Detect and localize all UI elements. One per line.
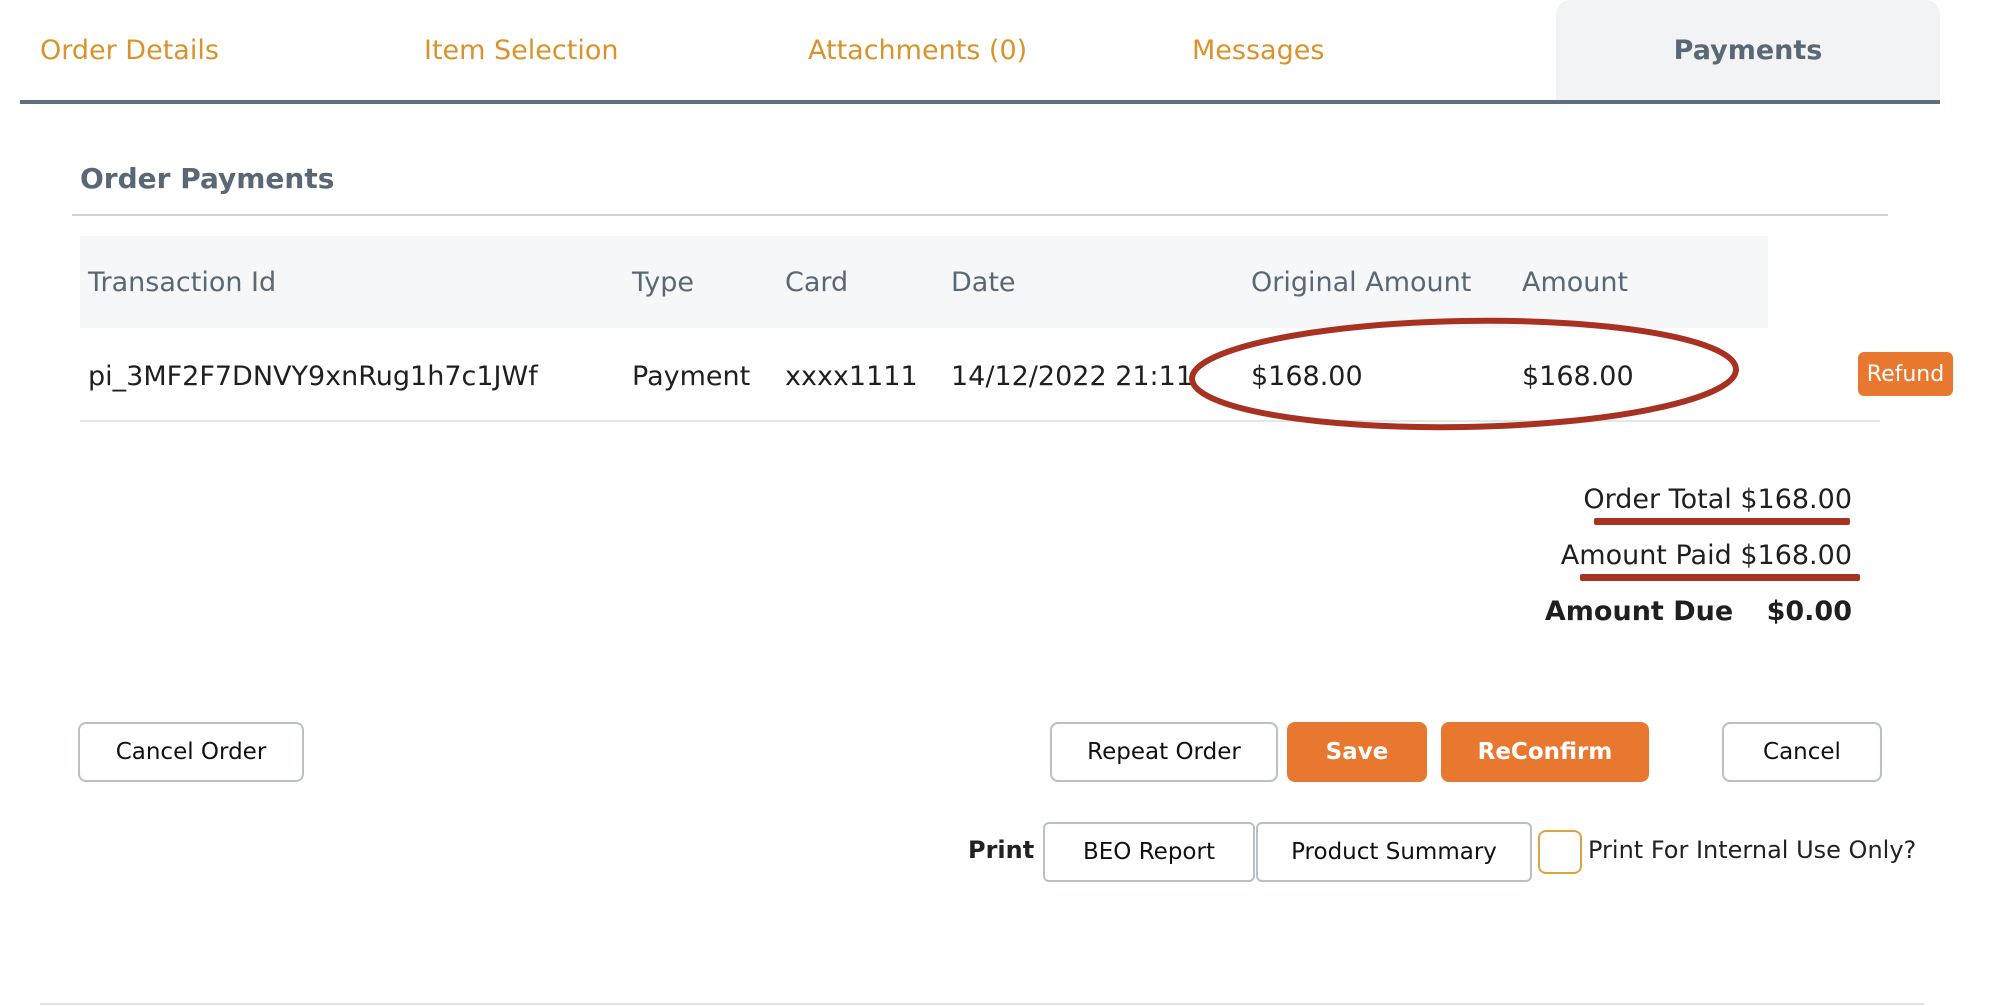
amount-cell: $168.00 <box>1522 360 1634 392</box>
amount-paid: Amount Paid $168.00 <box>1561 540 1852 571</box>
tab-payments[interactable]: Payments <box>1556 0 1940 100</box>
original-amount-cell: $168.00 <box>1251 360 1363 392</box>
tab-item-selection[interactable]: Item Selection <box>424 0 618 100</box>
tab-messages[interactable]: Messages <box>1192 0 1324 100</box>
section-divider <box>72 214 1888 216</box>
tab-attachments[interactable]: Attachments (0) <box>808 0 1027 100</box>
amount-paid-label: Amount Paid <box>1560 540 1732 571</box>
refund-button[interactable]: Refund <box>1858 352 1953 396</box>
internal-use-checkbox[interactable] <box>1538 830 1582 874</box>
footer-divider <box>40 1003 1924 1005</box>
payments-table-header: Transaction Id Type Card Date Original A… <box>80 236 1768 328</box>
order-total-label: Order Total <box>1583 484 1732 515</box>
column-header-original-amount: Original Amount <box>1251 266 1472 298</box>
tab-bar: Order Details Item Selection Attachments… <box>20 0 1940 104</box>
card-cell: xxxx1111 <box>785 360 918 392</box>
type-cell: Payment <box>632 360 751 392</box>
column-header-type: Type <box>632 266 695 298</box>
order-total-value: $168.00 <box>1740 484 1852 515</box>
column-header-card: Card <box>785 266 849 298</box>
date-cell: 14/12/2022 21:11 <box>951 360 1194 392</box>
save-button[interactable]: Save <box>1287 722 1427 782</box>
annotation-underline-amount-paid <box>1580 574 1860 581</box>
column-header-transaction-id: Transaction Id <box>88 266 277 298</box>
beo-report-button[interactable]: BEO Report <box>1043 822 1255 882</box>
amount-due-value: $0.00 <box>1766 596 1852 627</box>
internal-use-label: Print For Internal Use Only? <box>1588 836 1917 864</box>
print-label: Print <box>968 836 1035 864</box>
reconfirm-button[interactable]: ReConfirm <box>1441 722 1649 782</box>
order-total: Order Total $168.00 <box>1583 484 1852 515</box>
column-header-amount: Amount <box>1522 266 1629 298</box>
annotation-underline-order-total <box>1594 518 1850 525</box>
cancel-button[interactable]: Cancel <box>1722 722 1882 782</box>
section-title: Order Payments <box>80 162 335 195</box>
repeat-order-button[interactable]: Repeat Order <box>1050 722 1278 782</box>
amount-due-label: Amount Due <box>1544 596 1734 627</box>
amount-due: Amount Due $0.00 <box>1545 596 1852 627</box>
column-header-date: Date <box>951 266 1016 298</box>
product-summary-button[interactable]: Product Summary <box>1256 822 1532 882</box>
transaction-id-cell: pi_3MF2F7DNVY9xnRug1h7c1JWf <box>88 360 538 392</box>
table-row: pi_3MF2F7DNVY9xnRug1h7c1JWf Payment xxxx… <box>80 330 1953 422</box>
amount-paid-value: $168.00 <box>1740 540 1852 571</box>
tab-order-details[interactable]: Order Details <box>40 0 219 100</box>
cancel-order-button[interactable]: Cancel Order <box>78 722 304 782</box>
